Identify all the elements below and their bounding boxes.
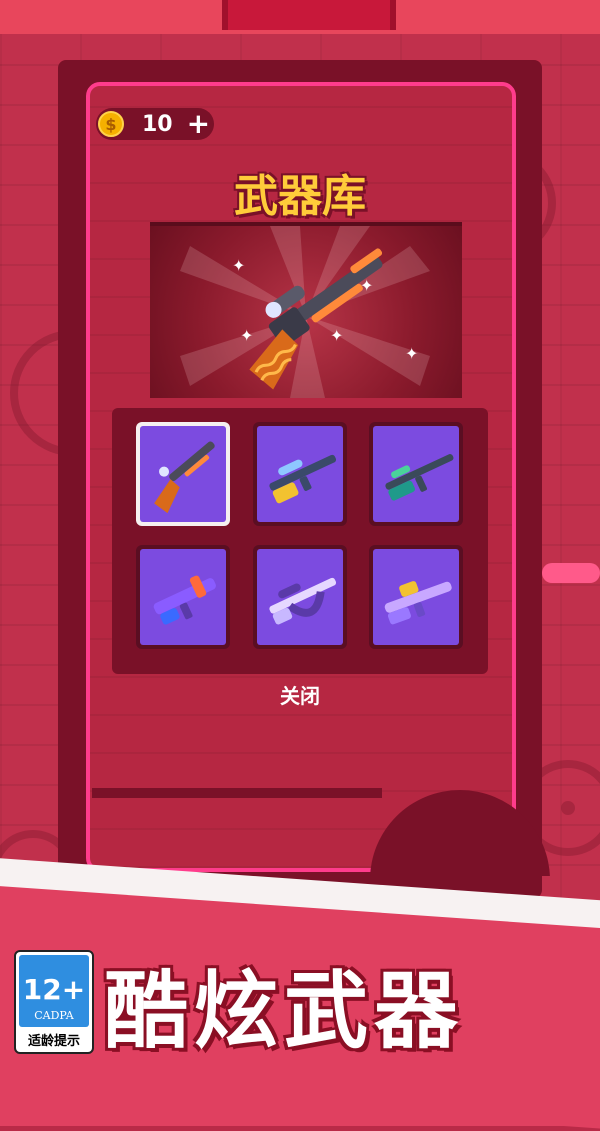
heavy-rifle-icon <box>269 577 337 625</box>
top-notch <box>222 0 396 30</box>
assault-rifle-icon <box>385 454 454 501</box>
weapon-slot-assault[interactable] <box>369 422 463 526</box>
armory-title: 武器库 <box>234 171 366 222</box>
weapon-slot-shotgun[interactable] <box>136 422 230 526</box>
coin-counter: $ 10 + <box>96 108 214 140</box>
age-rating: 12+ <box>22 973 86 1006</box>
rating-org: CADPA <box>34 1009 74 1022</box>
weapon-showcase: ✦ ✦ ✦ ✦ ✦ <box>150 222 462 398</box>
shotgun-icon <box>154 441 215 514</box>
weapon-slot-blaster[interactable] <box>136 545 230 649</box>
close-button[interactable]: 关闭 <box>0 680 600 709</box>
promo-slogan: 酷炫武器 <box>104 962 465 1060</box>
rating-note: 适龄提示 <box>27 1034 80 1049</box>
coin-icon: $ <box>98 111 124 137</box>
weapon-slot-sniper[interactable] <box>253 422 347 526</box>
add-coins-button[interactable]: + <box>187 110 210 138</box>
toy-rifle-icon <box>384 581 452 625</box>
wall-line <box>92 788 382 798</box>
weapon-slot-heavy[interactable] <box>253 545 347 649</box>
weapon-slot-toy[interactable] <box>369 545 463 649</box>
sniper-rifle-icon <box>269 454 337 504</box>
age-rating-badge: 12+ CADPA 适龄提示 <box>14 950 94 1054</box>
blaster-icon <box>153 575 216 625</box>
coin-value: 10 <box>142 111 173 137</box>
shotgun-icon <box>249 248 383 390</box>
pink-ledge <box>542 563 600 583</box>
